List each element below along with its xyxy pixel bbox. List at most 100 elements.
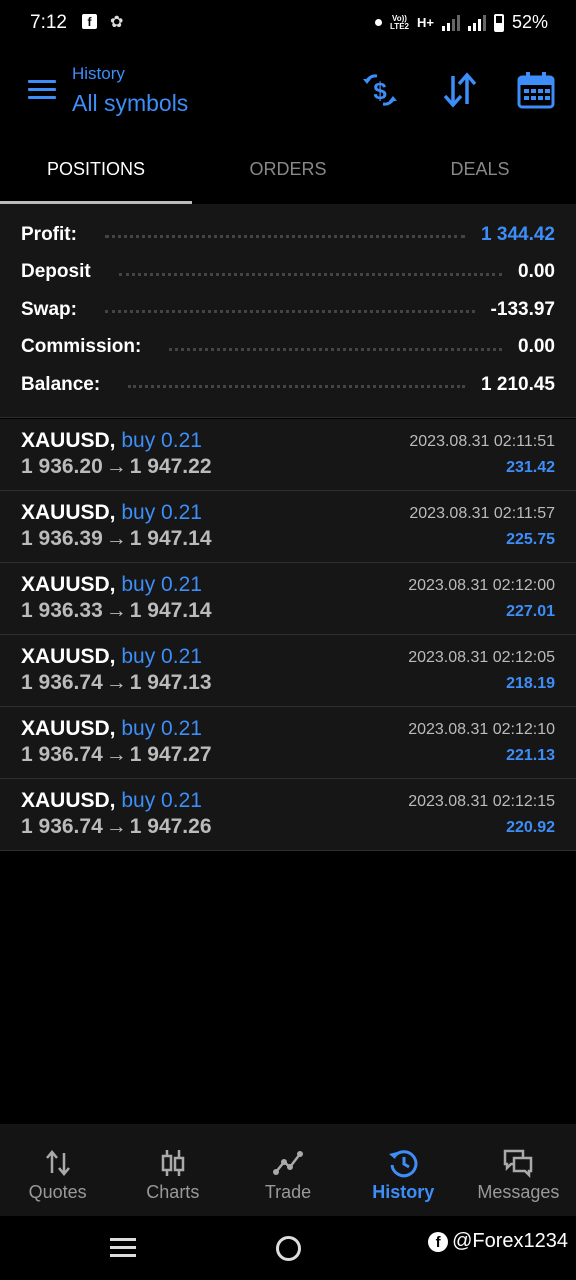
tab-positions[interactable]: POSITIONS — [0, 136, 192, 204]
price-arrow: → — [105, 671, 127, 694]
close-price: 1 947.13 — [129, 671, 212, 694]
position-row[interactable]: XAUUSD, buy 0.21 1 936.74 → 1 947.26 2023.… — [0, 779, 576, 851]
nav-charts[interactable]: Charts — [115, 1124, 230, 1216]
price-arrow: → — [105, 815, 127, 838]
notification-dot-icon — [375, 19, 383, 26]
tab-deals[interactable]: DEALS — [384, 136, 576, 204]
position-time: 2023.08.31 02:12:05 — [408, 649, 555, 666]
summary-row-balance: Balance: 1 210.45 — [0, 366, 576, 404]
dotted-leader — [128, 385, 466, 389]
nav-quotes[interactable]: Quotes — [0, 1124, 115, 1216]
position-time: 2023.08.31 02:12:10 — [408, 721, 555, 738]
open-price: 1 936.74 — [21, 743, 103, 766]
position-type: buy 0.21 — [121, 501, 202, 524]
history-tabs: POSITIONS ORDERS DEALS — [0, 136, 576, 204]
nav-messages-label: Messages — [477, 1182, 560, 1202]
close-price: 1 947.14 — [129, 599, 212, 622]
profit-label: Profit: — [21, 223, 77, 245]
positions-list: XAUUSD, buy 0.21 1 936.20 → 1 947.22 2023.… — [0, 419, 576, 851]
position-row[interactable]: XAUUSD, buy 0.21 1 936.39 → 1 947.14 2023.… — [0, 491, 576, 563]
charts-icon — [161, 1150, 185, 1176]
app-header: History All symbols $ — [0, 56, 576, 136]
swap-value: -133.97 — [490, 298, 555, 320]
nav-charts-label: Charts — [146, 1182, 200, 1202]
nav-messages[interactable]: Messages — [461, 1124, 576, 1216]
nav-quotes-label: Quotes — [28, 1182, 87, 1202]
summary-row-profit: Profit: 1 344.42 — [0, 216, 576, 254]
recent-apps-icon[interactable] — [110, 1238, 136, 1258]
volte-indicator: Vo)) LTE2 — [390, 13, 409, 31]
position-row[interactable]: XAUUSD, buy 0.21 1 936.20 → 1 947.22 2023.… — [0, 419, 576, 491]
position-profit: 221.13 — [506, 747, 555, 764]
history-icon — [389, 1150, 418, 1178]
nav-trade[interactable]: Trade — [230, 1124, 345, 1216]
home-button-icon[interactable] — [276, 1236, 301, 1261]
symbol-filter[interactable]: All symbols — [72, 90, 188, 117]
watermark-text: @Forex1234 — [452, 1230, 568, 1252]
sort-icon[interactable] — [440, 70, 480, 110]
commission-value: 0.00 — [518, 336, 555, 358]
position-time: 2023.08.31 02:11:57 — [409, 505, 555, 522]
position-profit: 218.19 — [506, 675, 555, 692]
price-arrow: → — [105, 599, 127, 622]
balance-value: 1 210.45 — [481, 373, 555, 395]
calendar-icon[interactable] — [516, 70, 556, 110]
position-type: buy 0.21 — [121, 429, 202, 452]
dotted-leader — [104, 310, 475, 314]
watermark: f @Forex1234 — [428, 1230, 568, 1253]
close-price: 1 947.27 — [129, 743, 212, 766]
position-row[interactable]: XAUUSD, buy 0.21 1 936.74 → 1 947.13 2023.… — [0, 635, 576, 707]
position-type: buy 0.21 — [121, 645, 202, 668]
open-price: 1 936.39 — [21, 527, 103, 550]
tab-orders[interactable]: ORDERS — [192, 136, 384, 204]
open-price: 1 936.20 — [21, 455, 103, 478]
position-symbol: XAUUSD, — [21, 645, 116, 668]
currency-exchange-icon[interactable]: $ — [360, 70, 400, 110]
price-arrow: → — [105, 455, 127, 478]
status-time: 7:12 — [30, 12, 67, 33]
open-price: 1 936.33 — [21, 599, 103, 622]
nav-history[interactable]: History — [346, 1124, 461, 1216]
price-arrow: → — [105, 743, 127, 766]
commission-label: Commission: — [21, 336, 142, 358]
open-price: 1 936.74 — [21, 671, 103, 694]
position-time: 2023.08.31 02:11:51 — [409, 433, 555, 450]
position-profit: 231.42 — [506, 459, 555, 476]
position-symbol: XAUUSD, — [21, 717, 116, 740]
facebook-logo-icon: f — [428, 1231, 449, 1252]
nav-trade-label: Trade — [264, 1182, 312, 1202]
price-arrow: → — [105, 527, 127, 550]
swap-label: Swap: — [21, 298, 77, 320]
account-summary: Profit: 1 344.42 Deposit 0.00 Swap: -133… — [0, 204, 576, 418]
svg-text:$: $ — [373, 78, 387, 105]
messages-icon — [504, 1149, 533, 1178]
position-symbol: XAUUSD, — [21, 789, 116, 812]
position-profit: 227.01 — [506, 603, 555, 620]
deposit-label: Deposit — [21, 261, 91, 283]
position-row[interactable]: XAUUSD, buy 0.21 1 936.33 → 1 947.14 2023.… — [0, 563, 576, 635]
bottom-navigation: Quotes Charts Trade History Messages — [0, 1124, 576, 1216]
balance-label: Balance: — [21, 373, 101, 395]
battery-icon — [493, 13, 504, 32]
position-profit: 225.75 — [506, 531, 555, 548]
status-indicators: Vo)) LTE2 H+ 52% — [375, 12, 548, 33]
system-navigation-bar: f @Forex1234 — [0, 1216, 576, 1280]
position-type: buy 0.21 — [121, 573, 202, 596]
summary-row-commission: Commission: 0.00 — [0, 329, 576, 367]
position-symbol: XAUUSD, — [21, 429, 116, 452]
quotes-icon — [45, 1150, 70, 1176]
dotted-leader — [169, 347, 503, 351]
dotted-leader — [104, 235, 466, 239]
summary-row-deposit: Deposit 0.00 — [0, 254, 576, 292]
menu-icon[interactable] — [28, 80, 56, 100]
position-symbol: XAUUSD, — [21, 501, 116, 524]
dotted-leader — [118, 272, 503, 276]
position-symbol: XAUUSD, — [21, 573, 116, 596]
position-type: buy 0.21 — [121, 789, 202, 812]
position-type: buy 0.21 — [121, 717, 202, 740]
network-type: H+ — [416, 15, 434, 30]
close-price: 1 947.26 — [129, 815, 212, 838]
open-price: 1 936.74 — [21, 815, 103, 838]
trade-icon — [273, 1151, 303, 1175]
position-row[interactable]: XAUUSD, buy 0.21 1 936.74 → 1 947.27 2023.… — [0, 707, 576, 779]
